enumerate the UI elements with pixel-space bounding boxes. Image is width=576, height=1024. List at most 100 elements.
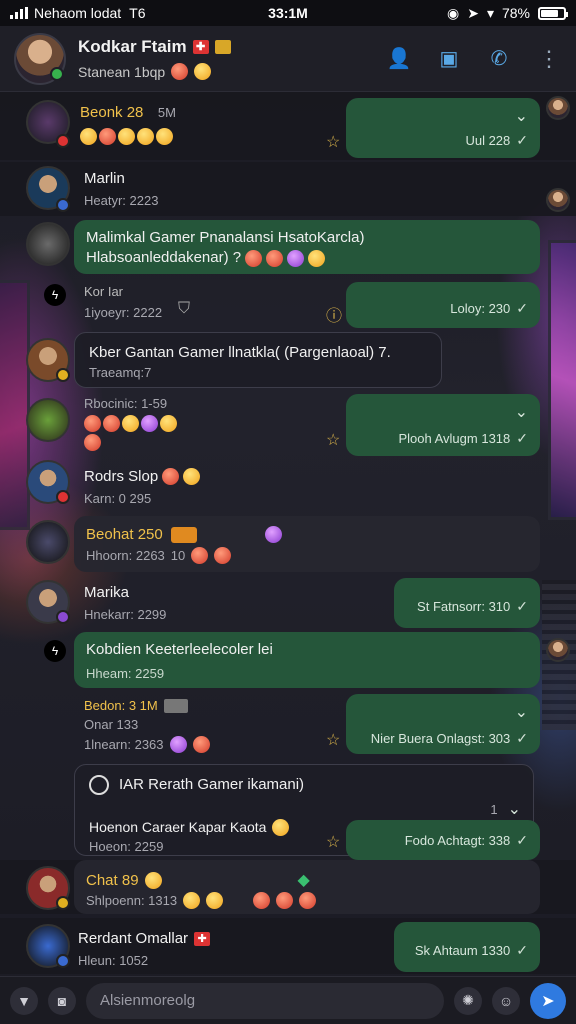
profile-icon[interactable]: 👤 — [386, 46, 412, 72]
message-bubble[interactable]: Kber Gantan Gamer llnatkla( (Pargenlaoal… — [74, 332, 442, 388]
online-status-dot — [50, 66, 64, 81]
emoji-icon — [266, 249, 284, 267]
location-icon: ➤ — [467, 4, 479, 21]
outgoing-bubble[interactable]: Loloy: 230 ✓ — [346, 282, 540, 328]
message-bubble[interactable]: Malimkal Gamer Pnanalansi HsatoKarcla) H… — [74, 220, 540, 274]
message-time: Sk Ahtaum 1330 — [414, 943, 511, 958]
emoji-icon — [171, 63, 189, 80]
star-icon[interactable]: ☆ — [326, 132, 340, 152]
status-bar: Nehaom lodat T6 33:1M ◉ ➤ ▾ 78% — [0, 0, 576, 26]
camera-icon[interactable]: ◙ — [48, 986, 76, 1015]
send-button[interactable]: ➤ — [530, 982, 566, 1019]
attach-icon[interactable]: ▼ — [10, 986, 38, 1015]
message-extra: 5M — [157, 105, 176, 120]
message-meta: 1iyoeyr: 2222 — [84, 305, 163, 320]
message-meta: Hleun: 1052 — [78, 953, 149, 968]
check-icon: ✓ — [516, 132, 528, 148]
message-time: St Fatnsorr: 310 — [417, 599, 511, 614]
message-text: Kobdien Keeterleelecoler lei — [86, 641, 273, 658]
emoji-picker-icon[interactable]: ☺ — [492, 986, 520, 1015]
emoji-icon — [118, 128, 135, 145]
emoji-icon — [192, 736, 210, 753]
chevron-down-icon[interactable]: ⌄ — [358, 106, 528, 126]
more-options-icon[interactable]: ⋮ — [536, 46, 562, 72]
message-bubble[interactable]: Beohat 250 Hhoorn: 2263 10 — [74, 516, 540, 572]
chevron-down-icon[interactable]: ⌄ — [358, 702, 528, 722]
sender-avatar[interactable] — [26, 398, 70, 442]
badge-icon: ✚ — [192, 40, 209, 54]
message-meta: Hhoorn: 2263 — [86, 548, 165, 563]
message-item[interactable]: Kor Iar 1iyoeyr: 2222 — [84, 284, 162, 320]
sticker-icon[interactable]: ✺ — [454, 986, 482, 1015]
message-item[interactable]: Beonk 28 5M — [80, 104, 176, 145]
message-item[interactable]: Rodrs Slop Karn: 0 295 — [84, 468, 201, 506]
emoji-icon — [272, 818, 290, 836]
sender-name: Rerdant Omallar — [78, 930, 189, 947]
message-bubble[interactable]: Chat 89 ◆ Shlpoenn: 1313 — [74, 860, 540, 914]
message-text: Kber Gantan Gamer llnatkla( (Pargenlaoal… — [89, 344, 391, 361]
emoji-icon — [156, 128, 173, 145]
outgoing-bubble[interactable]: ⌄ Uul 228 ✓ — [346, 98, 540, 158]
sender-avatar[interactable] — [26, 520, 70, 564]
emoji-icon — [169, 736, 187, 753]
outgoing-bubble[interactable]: Fodo Achtagt: 338 ✓ — [346, 820, 540, 860]
message-time: Plooh Avlugm 1318 — [398, 431, 511, 446]
message-meta: Hheam: 2259 — [86, 666, 165, 681]
message-item[interactable]: Rbocinic: 1-59 — [84, 396, 177, 452]
emoji-icon — [160, 415, 177, 432]
contact-avatar[interactable] — [14, 32, 66, 85]
info-icon[interactable]: ⓘ — [326, 302, 342, 326]
message-time: Fodo Achtagt: 338 — [404, 833, 511, 848]
video-call-icon[interactable]: ▣ — [436, 46, 462, 72]
badge-icon — [170, 526, 197, 543]
star-icon[interactable]: ☆ — [326, 430, 340, 450]
sender-name: Beohat 250 — [86, 526, 163, 543]
message-time: Uul 228 — [465, 133, 511, 148]
lightning-icon: ϟ — [44, 640, 66, 662]
chevron-down-icon[interactable]: ⌄ — [508, 799, 521, 819]
battery-fill — [541, 9, 559, 17]
message-input[interactable] — [86, 982, 444, 1019]
check-icon: ✓ — [516, 598, 528, 614]
message-item[interactable]: Rerdant Omallar ✚ Hleun: 1052 — [78, 930, 211, 968]
message-item[interactable]: Marlin Heatyr: 2223 — [84, 170, 158, 208]
contact-name-row[interactable]: Kodkar Ftaim ✚ — [78, 37, 231, 57]
message-list[interactable]: Beonk 28 5M ☆ ⌄ Uul 228 ✓ Marlin Heatyr: … — [0, 92, 576, 976]
sender-name: Rodrs Slop — [84, 468, 159, 485]
chevron-down-icon[interactable]: ⌄ — [358, 402, 528, 422]
status-badge — [56, 954, 70, 968]
outgoing-bubble[interactable]: ⌄ Plooh Avlugm 1318 ✓ — [346, 394, 540, 456]
emoji-icon — [80, 128, 97, 145]
message-item[interactable]: Bedon: 3 1M Onar 133 1lnearn: 2363 — [84, 698, 210, 753]
chat-header: Kodkar Ftaim ✚ Stanean 1bqp 👤 ▣ ✆ ⋮ — [0, 26, 576, 92]
message-time: Loloy: 230 — [450, 301, 511, 316]
emoji-icon — [194, 63, 212, 80]
outgoing-bubble[interactable]: Sk Ahtaum 1330 ✓ — [394, 922, 540, 972]
outgoing-bubble[interactable]: St Fatnsorr: 310 ✓ — [394, 578, 540, 628]
emoji-icon — [214, 547, 232, 564]
contact-status: Stanean 1bqp — [78, 63, 166, 80]
sender-name: Bedon: 3 1M — [84, 698, 158, 713]
emoji-icon — [183, 468, 201, 485]
sender-avatar[interactable] — [26, 222, 70, 266]
status-badge — [56, 896, 70, 910]
composer-bar: ▼ ◙ ✺ ☺ ➤ — [0, 976, 576, 1024]
message-item[interactable]: Marika Hnekarr: 2299 — [84, 584, 166, 622]
message-time: Nier Buera Onlagst: 303 — [370, 731, 511, 746]
message-meta: Onar 133 — [84, 717, 139, 732]
message-meta: Hnekarr: 2299 — [84, 607, 167, 622]
outgoing-bubble[interactable]: ⌄ Nier Buera Onlagst: 303 ✓ — [346, 694, 540, 754]
message-meta: Shlpoenn: 1313 — [86, 893, 178, 908]
status-badge — [56, 490, 70, 504]
check-icon: ✓ — [516, 430, 528, 446]
emoji-icon — [84, 415, 101, 432]
battery-icon — [538, 6, 568, 20]
phone-icon[interactable]: ✆ — [486, 46, 512, 72]
trophy-icon — [214, 40, 231, 54]
message-bubble[interactable]: Kobdien Keeterleelecoler lei Hheam: 2259 — [74, 632, 540, 688]
star-icon[interactable]: ☆ — [326, 832, 340, 852]
star-icon[interactable]: ☆ — [326, 730, 340, 750]
sender-name: Beonk 28 — [80, 104, 144, 121]
alarm-icon: ◉ — [446, 4, 460, 21]
emoji-icon — [99, 128, 116, 145]
